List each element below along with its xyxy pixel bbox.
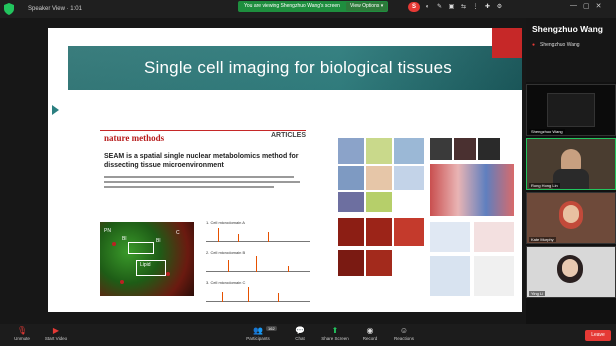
record-icon: ◉ — [366, 326, 374, 335]
participant-name: Shengzhuo Wang — [529, 129, 565, 134]
spectrum: 1. Cell microdomain A — [198, 220, 310, 246]
close-icon[interactable]: ✕ — [596, 2, 602, 10]
meeting-top-bar: Speaker View · 1:01 You are viewing Shen… — [0, 0, 616, 18]
journal-header: nature methods ARTICLES — [100, 130, 306, 146]
tissue-image: PN Bl C Bl Lipid — [100, 222, 194, 296]
spectrum: 2. Cell microdomain B — [198, 250, 310, 276]
start-video-button[interactable]: ▶ Start Video — [36, 326, 76, 344]
keyboard-icon[interactable]: ▣ — [447, 2, 456, 12]
view-options-button[interactable]: View Options ▾ — [346, 2, 388, 11]
paper-authors — [104, 176, 300, 196]
participant-name: Rong Hong Lin — [529, 183, 560, 188]
meeting-controls: 🎙 Unmute ▶ Start Video 👥 Participants 16… — [0, 324, 616, 346]
moon-icon[interactable]: ◐ — [423, 2, 432, 12]
transfer-icon[interactable]: ⇆ — [459, 2, 468, 12]
results-figure — [338, 138, 518, 310]
add-icon[interactable]: ✚ — [483, 2, 492, 12]
chat-icon: 💬 — [295, 326, 305, 335]
slide-title: Single cell imaging for biological tissu… — [144, 58, 452, 77]
spectrum: 3. Cell microdomain C — [198, 280, 310, 306]
maximize-icon[interactable]: ▢ — [583, 2, 590, 10]
participant-video[interactable]: Ying Li — [526, 246, 616, 298]
reactions-icon: ☺ — [399, 326, 409, 335]
minimize-icon[interactable]: — — [570, 2, 577, 10]
speaker-name: Shengzhuo Wang — [532, 24, 603, 34]
participant-name: Ying Li — [529, 291, 546, 296]
more-icon[interactable]: ⋮ — [471, 2, 480, 12]
participant-video[interactable]: Rong Hong Lin — [526, 138, 616, 190]
active-speaker-tile[interactable]: Shengzhuo Wang ● Shengzhuo Wang — [526, 18, 616, 82]
slide-decoration — [492, 28, 522, 58]
reactions-button[interactable]: ☺ Reactions — [384, 326, 424, 344]
participant-panel: Shengzhuo Wang ● Shengzhuo Wang Shengzhu… — [526, 18, 616, 324]
speaker-label: Shengzhuo Wang — [540, 42, 580, 48]
microphone-muted-icon: 🎙 — [17, 326, 28, 335]
input-method-icon[interactable]: S — [408, 2, 420, 12]
figure-label: C — [176, 230, 180, 236]
share-screen-button[interactable]: ⬆ Share Screen — [315, 326, 355, 344]
shield-icon[interactable] — [4, 3, 14, 15]
paper-header-image: nature methods ARTICLES SEAM is a spatia… — [100, 130, 306, 220]
mic-muted-icon: ● — [532, 42, 536, 48]
participant-count: 162 — [266, 326, 277, 331]
spectrum-label: 2. Cell microdomain B — [206, 250, 246, 255]
participant-video[interactable]: Shengzhuo Wang — [526, 84, 616, 136]
system-tray: S ◐ ✎ ▣ ⇆ ⋮ ✚ ⚙ — [408, 2, 504, 16]
window-controls: — ▢ ✕ — [570, 2, 602, 10]
figure-label: PN — [104, 228, 111, 234]
article-section: ARTICLES — [271, 132, 306, 139]
leave-button[interactable]: Leave — [585, 330, 611, 341]
share-screen-icon: ⬆ — [331, 326, 339, 335]
participant-video[interactable]: Kate Murphy — [526, 192, 616, 244]
journal-logo: nature methods — [104, 133, 165, 143]
presentation-slide: Single cell imaging for biological tissu… — [48, 28, 522, 312]
figure-label: Bl — [122, 236, 127, 242]
meeting-info[interactable]: Speaker View · 1:01 — [28, 3, 82, 15]
participant-name: Kate Murphy — [529, 237, 556, 242]
spectrum-label: 3. Cell microdomain C — [206, 280, 246, 285]
shared-screen: Single cell imaging for biological tissu… — [0, 18, 526, 324]
paper-title: SEAM is a spatial single nuclear metabol… — [104, 153, 299, 169]
chat-button[interactable]: 💬 Chat — [280, 326, 320, 344]
pen-icon[interactable]: ✎ — [435, 2, 444, 12]
bullet-arrow-icon — [52, 105, 59, 115]
spectrum-label: 1. Cell microdomain A — [206, 220, 245, 225]
settings-icon[interactable]: ⚙ — [495, 2, 504, 12]
video-off-icon: ▶ — [52, 326, 60, 335]
figure-label: Bl — [156, 238, 161, 244]
participants-icon: 👥 — [253, 326, 263, 335]
spectra-panel: 1. Cell microdomain A 2. Cell microdomai… — [198, 218, 310, 310]
